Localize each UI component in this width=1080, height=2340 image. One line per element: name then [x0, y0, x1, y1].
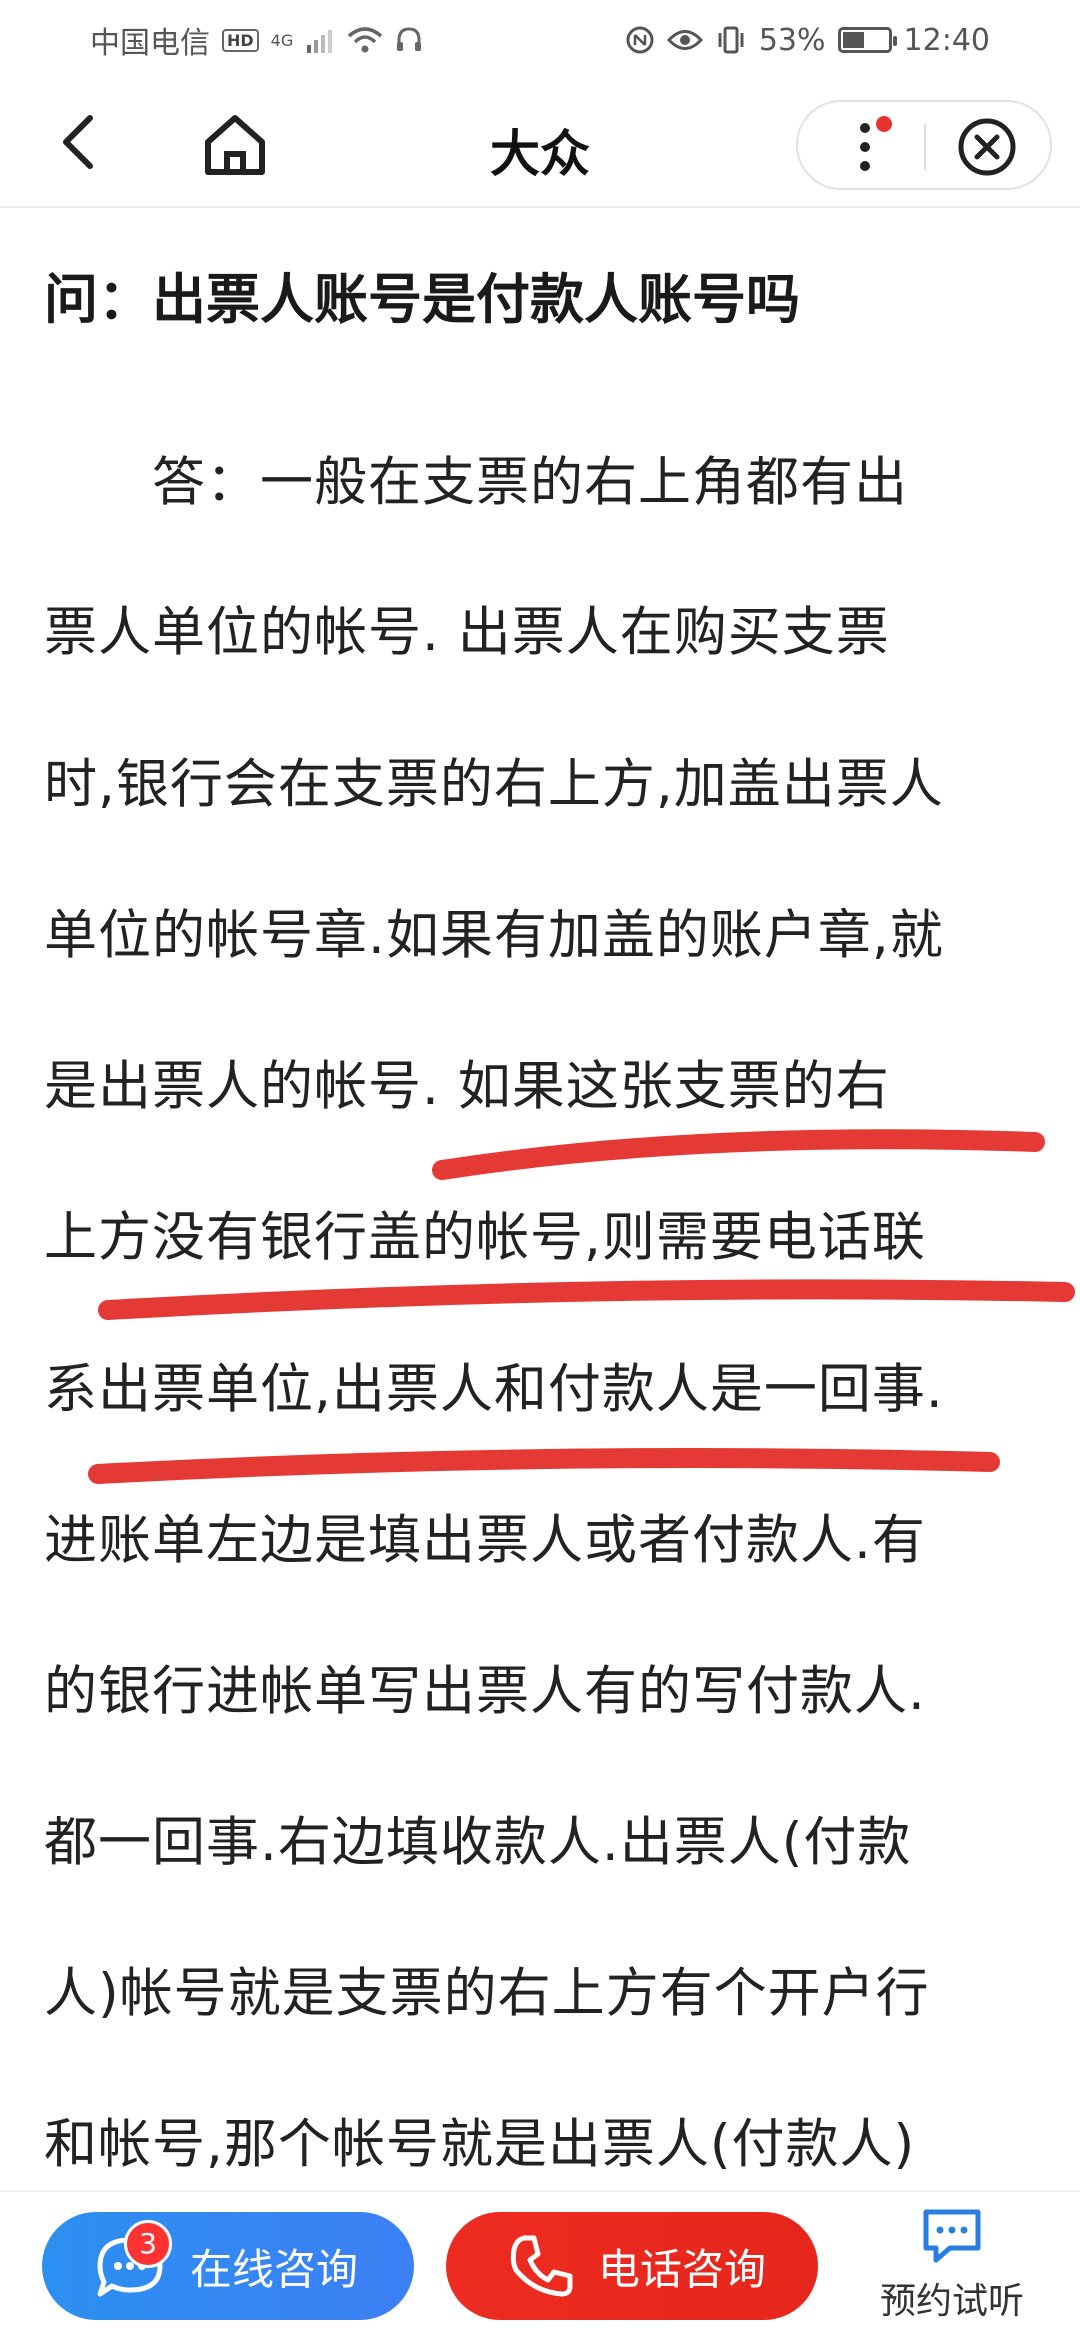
status-right: 53% 12:40 — [625, 23, 990, 58]
answer-line: 单位的帐号章.如果有加盖的账户章,就 — [44, 905, 944, 966]
bottom-action-bar: 3 在线咨询 电话咨询 预约试听 — [0, 2190, 1080, 2340]
question-heading: 问：出票人账号是付款人账号吗 — [44, 268, 800, 331]
nfc-icon — [626, 26, 654, 54]
book-trial-label: 预约试听 — [879, 2281, 1024, 2322]
answer-line: 时,银行会在支票的右上方,加盖出票人 — [44, 754, 944, 815]
answer-line: 票人单位的帐号. 出票人在购买支票 — [44, 602, 890, 663]
answer-line: 进账单左边是填出票人或者付款人.有 — [44, 1510, 926, 1571]
red-underline — [432, 1129, 1045, 1180]
notification-dot — [876, 116, 892, 132]
mini-app-capsule — [796, 100, 1052, 190]
close-icon[interactable] — [956, 116, 1018, 178]
vibrate-icon — [718, 26, 744, 54]
carrier-name: 中国电信 — [90, 26, 210, 61]
capsule-divider — [924, 124, 926, 170]
unread-badge: 3 — [124, 2220, 172, 2268]
clock: 12:40 — [903, 22, 990, 58]
red-underline — [88, 1448, 1000, 1484]
phone-icon — [510, 2235, 573, 2297]
battery-fill — [842, 32, 864, 48]
answer-line: 都一回事.右边填收款人.出票人(付款 — [44, 1812, 912, 1873]
online-consult-button[interactable]: 3 在线咨询 — [42, 2212, 414, 2320]
eye-comfort-icon — [666, 30, 703, 50]
red-underline — [98, 1279, 1075, 1320]
wifi-icon — [348, 27, 383, 53]
headset-icon — [397, 27, 422, 51]
answer-line: 和帐号,那个帐号就是出票人(付款人) — [44, 2114, 916, 2175]
hd-badge: HD — [222, 28, 259, 52]
status-bar: 中国电信 HD 4G 53% 12:40 — [0, 0, 1080, 80]
answer-line: 答：一般在支票的右上角都有出 — [44, 452, 908, 513]
book-trial-button[interactable]: 预约试听 — [852, 2206, 1052, 2336]
answer-line: 的银行进帐单写出票人有的写付款人. — [44, 1661, 926, 1722]
battery-icon — [837, 27, 897, 53]
answer-line: 是出票人的帐号. 如果这张支票的右 — [44, 1056, 890, 1117]
online-consult-label: 在线咨询 — [190, 2244, 359, 2294]
message-icon — [923, 2209, 981, 2263]
status-left: 中国电信 HD 4G — [90, 18, 423, 62]
answer-line: 系出票单位,出票人和付款人是一回事. — [44, 1359, 944, 1420]
answer-line: 上方没有银行盖的帐号,则需要电话联 — [44, 1207, 926, 1268]
network-type: 4G — [270, 30, 294, 50]
phone-consult-button[interactable]: 电话咨询 — [446, 2212, 818, 2320]
more-icon[interactable] — [850, 120, 880, 174]
phone-consult-label: 电话咨询 — [598, 2244, 767, 2294]
answer-line: 人)帐号就是支票的右上方有个开户行 — [44, 1963, 930, 2024]
battery-percent: 53% — [758, 22, 826, 58]
signal-icon — [307, 30, 333, 53]
nav-bar: 大众 — [0, 80, 1080, 208]
